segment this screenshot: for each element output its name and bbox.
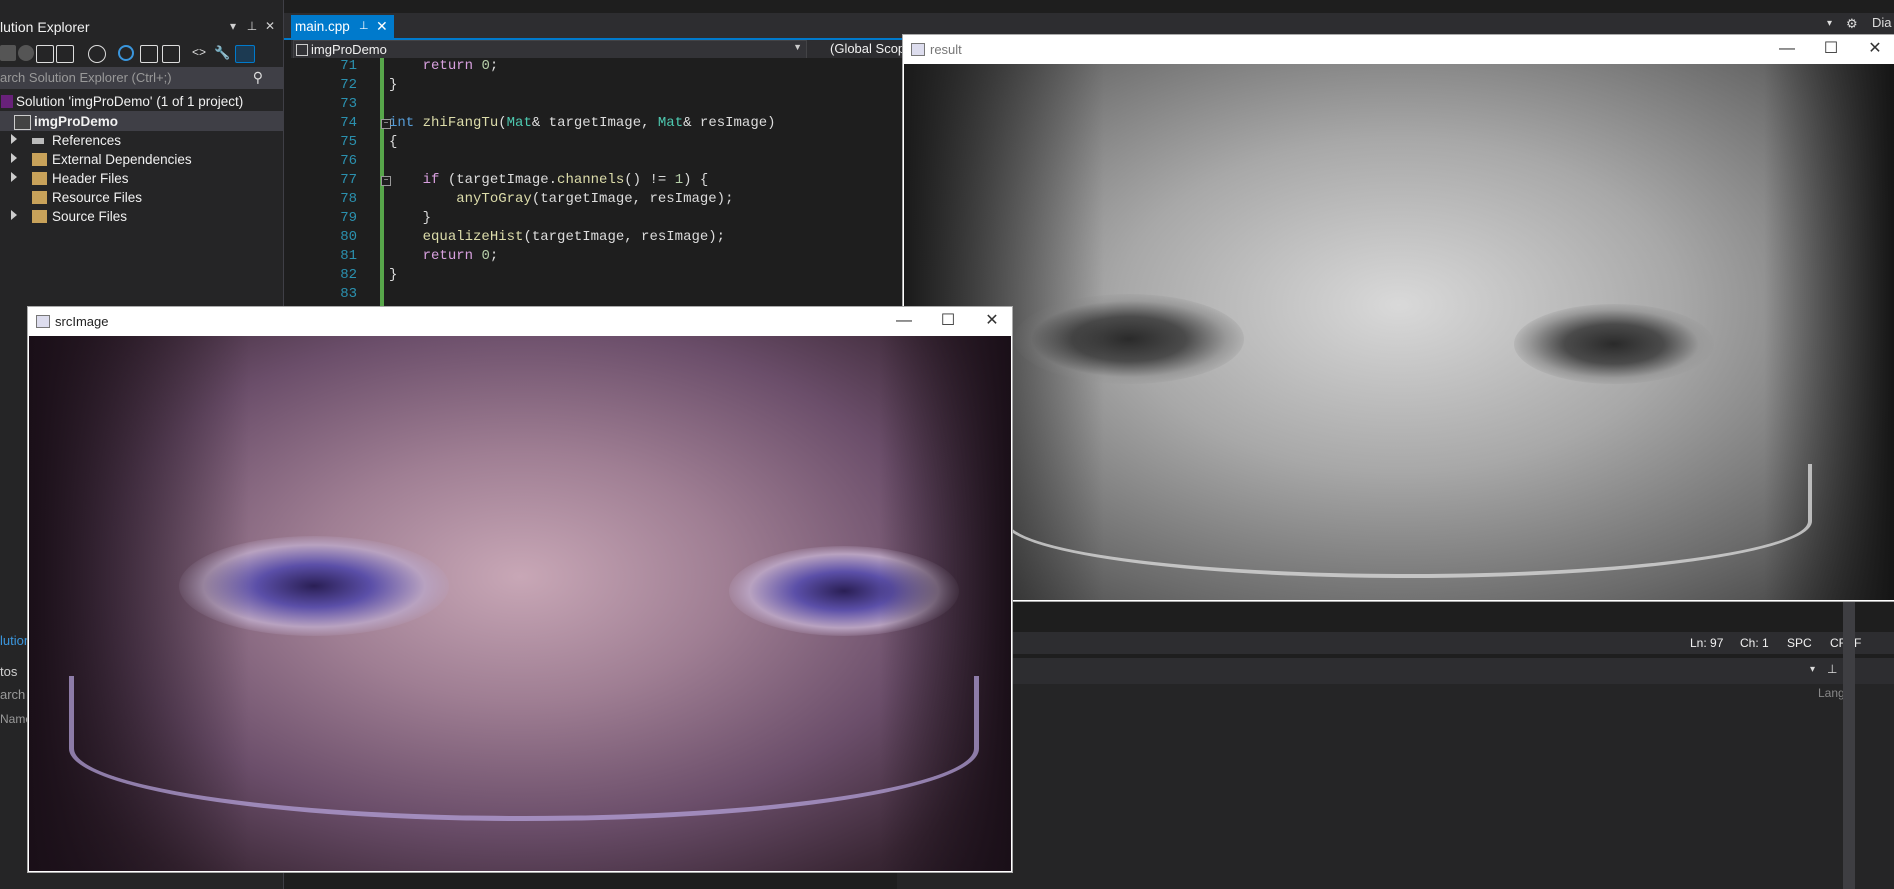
close-tab-icon[interactable]: ✕: [376, 18, 388, 35]
switch-views-icon[interactable]: [56, 45, 74, 63]
line-number: 76: [340, 153, 357, 169]
maximize-button[interactable]: ☐: [928, 310, 968, 332]
solution-explorer-toolbar: <> 🔧: [0, 42, 283, 64]
folder-icon: [32, 191, 47, 204]
line-number: 82: [340, 267, 357, 283]
window-icon: [911, 43, 925, 56]
references-icon: [32, 138, 44, 144]
close-icon[interactable]: ✕: [263, 19, 277, 33]
dropdown-icon[interactable]: ▾: [1810, 664, 1815, 675]
scope-dropdown[interactable]: (Global Scop: [822, 40, 906, 57]
solution-search-placeholder: arch Solution Explorer (Ctrl+;): [0, 70, 172, 85]
tab-list-dropdown-icon[interactable]: ▾: [1827, 18, 1832, 29]
solution-search-box[interactable]: arch Solution Explorer (Ctrl+;) ⚲: [0, 67, 283, 89]
line-number: 80: [340, 229, 357, 245]
scope-dropdown-label: (Global Scop: [830, 41, 906, 56]
sync-icon[interactable]: [118, 45, 134, 61]
solution-icon: [1, 95, 13, 108]
result-window[interactable]: result — ☐ ✕: [902, 34, 1894, 602]
preview-selected-items-icon[interactable]: [235, 45, 255, 63]
line-indicator: Ln: 97: [1690, 636, 1724, 650]
folder-icon: [32, 153, 47, 166]
close-button[interactable]: ✕: [972, 310, 1012, 332]
result-window-title: result: [930, 42, 962, 57]
line-number: 83: [340, 286, 357, 302]
folder-icon: [32, 210, 47, 223]
whitespace-indicator[interactable]: SPC: [1787, 636, 1812, 650]
maximize-button[interactable]: ☐: [1811, 38, 1851, 60]
chevron-down-icon: ▼: [793, 42, 802, 52]
autos-title: tos: [0, 664, 18, 679]
tab-label: main.cpp: [295, 19, 350, 34]
expand-arrow-icon[interactable]: [11, 153, 17, 163]
editor-status-bar: Ln: 97 Ch: 1 SPC CRLF: [1010, 632, 1894, 654]
settings-gear-icon[interactable]: ⚙: [1846, 16, 1858, 32]
close-button[interactable]: ✕: [1855, 38, 1894, 60]
pin-icon[interactable]: ⊥: [245, 19, 259, 33]
expand-arrow-icon[interactable]: [11, 134, 17, 144]
line-number: 79: [340, 210, 357, 226]
line-number: 78: [340, 191, 357, 207]
line-number: 73: [340, 96, 357, 112]
result-grayscale-image: [904, 64, 1894, 600]
tree-item-label: Solution 'imgProDemo' (1 of 1 project): [16, 94, 244, 109]
glass-strip: [69, 676, 979, 821]
back-icon[interactable]: [0, 45, 16, 61]
line-number: 74: [340, 115, 357, 131]
tree-item-label: Resource Files: [52, 190, 143, 205]
src-image-window[interactable]: srcImage — ☐ ✕: [27, 306, 1013, 873]
src-image-window-titlebar[interactable]: srcImage — ☐ ✕: [28, 307, 1012, 335]
window-icon: [36, 315, 50, 328]
line-number: 72: [340, 77, 357, 93]
properties-wrench-icon[interactable]: 🔧: [214, 45, 230, 61]
collapse-all-icon[interactable]: [140, 45, 158, 63]
tree-item-label: Header Files: [52, 171, 129, 186]
folder-icon: [32, 172, 47, 185]
dropdown-icon[interactable]: ▾: [226, 19, 240, 33]
vertical-scrollbar[interactable]: [1843, 600, 1855, 889]
autos-search[interactable]: arch: [0, 687, 25, 702]
view-code-icon[interactable]: <>: [192, 45, 208, 61]
right-eye: [1514, 304, 1714, 384]
glass-strip: [1004, 464, 1812, 578]
language-column-header: Lang: [1818, 686, 1845, 700]
minimize-button[interactable]: —: [884, 310, 924, 332]
minimize-button[interactable]: —: [1767, 38, 1807, 60]
tree-item-label: imgProDemo: [34, 114, 119, 129]
line-number: 81: [340, 248, 357, 264]
tree-item-label: External Dependencies: [52, 152, 192, 167]
line-number: 77: [340, 172, 357, 188]
solution-explorer-title: lution Explorer: [0, 19, 90, 35]
diagnostic-tools-tab[interactable]: Dia: [1872, 15, 1892, 30]
column-indicator: Ch: 1: [1740, 636, 1769, 650]
source-color-image: [29, 336, 1011, 871]
tab-main-cpp[interactable]: main.cpp ⊥ ✕: [291, 15, 394, 38]
project-dropdown-label: imgProDemo: [311, 42, 387, 57]
project-icon: [14, 115, 31, 130]
show-all-files-icon[interactable]: [162, 45, 180, 63]
expand-arrow-icon[interactable]: [11, 210, 17, 220]
pin-icon[interactable]: ⊥: [1827, 662, 1837, 676]
pin-tab-icon[interactable]: ⊥: [359, 19, 369, 32]
tree-item-label: References: [52, 133, 122, 148]
output-pane-header: ▾ ⊥ ✕: [1010, 658, 1894, 684]
line-number: 71: [340, 58, 357, 74]
project-icon: [296, 44, 308, 56]
hair-right: [879, 336, 1011, 871]
pending-changes-filter-icon[interactable]: [88, 45, 106, 63]
output-pane: ▾ ⊥ ✕ Lang: [1010, 658, 1894, 889]
result-window-titlebar[interactable]: result — ☐ ✕: [903, 35, 1894, 63]
code-editor[interactable]: 71 return 0; 72} 73 74− int zhiFangTu(Mat…: [291, 58, 905, 308]
solution-explorer-header: lution Explorer ▾ ⊥ ✕: [0, 16, 283, 38]
project-dropdown[interactable]: imgProDemo ▼: [293, 40, 807, 59]
src-image-window-title: srcImage: [55, 314, 109, 329]
forward-icon[interactable]: [18, 45, 34, 61]
home-icon[interactable]: [36, 45, 54, 63]
expand-arrow-icon[interactable]: [11, 172, 17, 182]
tree-item-label: Source Files: [52, 209, 128, 224]
editor-horizontal-area: [1010, 600, 1894, 632]
search-icon[interactable]: ⚲: [253, 69, 263, 86]
line-number: 75: [340, 134, 357, 150]
